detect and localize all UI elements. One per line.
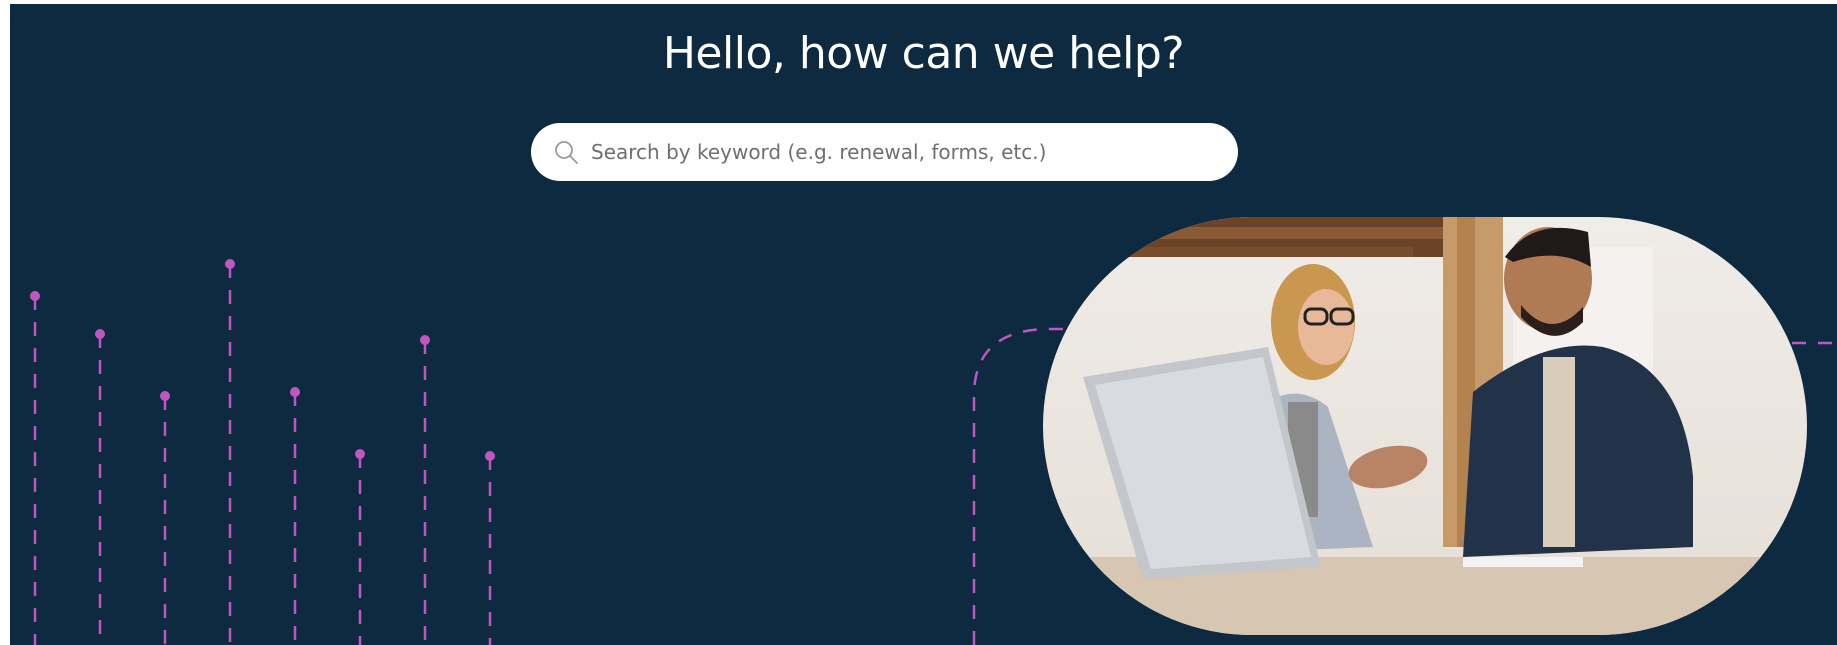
page-title: Hello, how can we help? <box>662 28 1185 79</box>
search-input[interactable] <box>591 123 1211 181</box>
hero-banner: Hello, how can we help? <box>10 4 1837 645</box>
hero-photo <box>1043 217 1807 635</box>
people-at-laptop-illustration <box>1043 217 1807 635</box>
search-icon[interactable] <box>553 139 579 165</box>
search-bar[interactable] <box>531 123 1238 181</box>
